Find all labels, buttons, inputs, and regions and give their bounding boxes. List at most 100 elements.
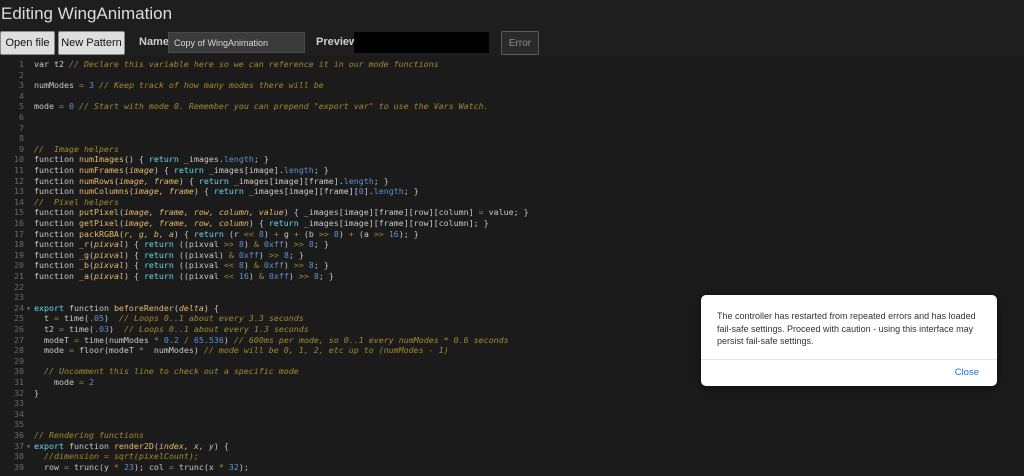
code-token: function [34, 249, 79, 260]
code-line: 22 [0, 282, 1024, 293]
code-token: 23 [123, 461, 134, 472]
code-token: function [34, 154, 79, 165]
code-token: // Pixel helpers [34, 196, 119, 207]
code-token: ) [223, 334, 234, 345]
code-token: () { [123, 154, 149, 165]
code-token: ) [103, 313, 119, 324]
code-token: mode [34, 377, 79, 387]
code-token: ; } [403, 186, 419, 197]
code-token: .03 [93, 324, 109, 334]
close-button[interactable]: Close [955, 367, 979, 378]
code-token: g [278, 228, 294, 239]
pattern-name-input[interactable] [168, 32, 305, 53]
code-token: function [63, 440, 114, 451]
code-token: delta [178, 302, 204, 313]
code-text: row = trunc(y * 23); col = trunc(x * 32)… [34, 462, 249, 473]
code-token: ) { [178, 175, 199, 186]
code-token: _images. [178, 154, 224, 165]
line-number: 13 [14, 186, 24, 197]
code-token: // Keep track of how many modes there wi… [98, 80, 324, 91]
code-line: 5 mode = 0 // Start with mode 0. Remember… [0, 101, 1024, 112]
new-pattern-button[interactable]: New Pattern [58, 31, 125, 55]
code-token: (b [298, 228, 319, 239]
code-text: function _r(pixval) { return ((pixval >>… [34, 239, 329, 250]
code-token: function [34, 186, 79, 197]
code-token: function [34, 260, 79, 271]
code-text: mode = 2 [34, 377, 94, 388]
code-token: beforeRender [113, 302, 174, 313]
code-token: render2D [113, 440, 154, 451]
line-number: 25 [14, 313, 24, 324]
code-text: mode = 0 // Start with mode 0. Remember … [34, 101, 489, 112]
code-line: 7 [0, 123, 1024, 134]
code-token: ; } [253, 154, 269, 165]
line-number: 26 [14, 324, 24, 334]
code-token: ) { [123, 260, 144, 271]
code-token: ) [283, 260, 294, 271]
code-token: trunc(y [68, 461, 114, 472]
code-token: // Image helpers [34, 143, 119, 154]
code-token: image [128, 165, 154, 175]
code-line: 16 function getPixel(image, frame, row, c… [0, 218, 1024, 229]
code-token: _r [78, 239, 89, 250]
code-token: return [143, 239, 174, 250]
code-line: 1 var t2 // Declare this variable here so… [0, 59, 1024, 70]
code-token: >> [293, 260, 304, 271]
toolbar: Open file New Pattern Name Preview Error [0, 30, 1024, 56]
code-token: ) { _images[image][frame][row][column] [283, 207, 479, 218]
code-token: numRows [78, 175, 114, 186]
line-number: 7 [19, 122, 24, 133]
code-line: 2 [0, 70, 1024, 81]
fail-safe-dialog: The controller has restarted from repeat… [701, 295, 997, 386]
code-token: = [58, 101, 69, 112]
code-token: _images[image]. [203, 165, 284, 175]
open-file-button[interactable]: Open file [0, 31, 55, 55]
code-token: numModes [34, 80, 79, 91]
line-number: 29 [14, 355, 24, 366]
code-token: // Loops 0..1 about every 3.3 seconds [118, 313, 304, 324]
code-token: 0xff [263, 239, 284, 250]
code-text: function packRGBA(r, g, b, a) { return (… [34, 229, 419, 240]
line-number: 18 [14, 239, 24, 250]
code-text: function numImages() { return _images.le… [34, 154, 269, 165]
code-line: 39 row = trunc(y * 23); col = trunc(x * … [0, 462, 1024, 473]
code-token: length [343, 175, 374, 186]
preview-canvas [354, 32, 489, 53]
name-label: Name [139, 36, 169, 48]
code-text: // Uncomment this line to check out a sp… [34, 366, 299, 377]
line-number: 2 [19, 69, 24, 80]
line-number: 39 [14, 461, 24, 472]
code-token: ; } [288, 249, 304, 260]
code-token: 0xff [268, 271, 289, 281]
line-number: 3 [19, 80, 24, 91]
code-line: 4 [0, 91, 1024, 102]
code-text: var t2 // Declare this variable here so … [34, 59, 439, 70]
line-number: 6 [19, 112, 24, 122]
fold-toggle-icon[interactable]: ▾ [26, 441, 31, 452]
code-token: return [143, 271, 174, 281]
code-editor[interactable]: 1 var t2 // Declare this variable here so… [0, 57, 1024, 476]
code-token: image, frame [133, 186, 194, 197]
code-token: floor(modeT [73, 345, 139, 356]
code-token: function [34, 239, 79, 250]
fold-toggle-icon[interactable]: ▾ [26, 303, 31, 314]
code-line: 9 // Image helpers [0, 144, 1024, 155]
error-button[interactable]: Error [501, 31, 539, 55]
code-text: export function beforeRender(delta) { [34, 303, 219, 314]
code-token: >> [223, 239, 234, 250]
code-line: 19 function _g(pixval) { return ((pixval)… [0, 250, 1024, 261]
code-token: numFrames [78, 165, 124, 175]
code-line: 14 // Pixel helpers [0, 197, 1024, 208]
code-token: ; } [313, 239, 329, 250]
code-token: return [213, 186, 244, 197]
code-token: length [373, 186, 404, 197]
code-token: ) [248, 271, 259, 281]
code-token: ) [263, 228, 274, 239]
code-text: function putPixel(image, frame, row, col… [34, 207, 529, 218]
line-number: 19 [14, 249, 24, 260]
code-token: return [268, 218, 299, 228]
code-line: 18 function _r(pixval) { return ((pixval … [0, 239, 1024, 250]
code-token: return [173, 165, 204, 175]
code-token: _a [78, 271, 89, 281]
